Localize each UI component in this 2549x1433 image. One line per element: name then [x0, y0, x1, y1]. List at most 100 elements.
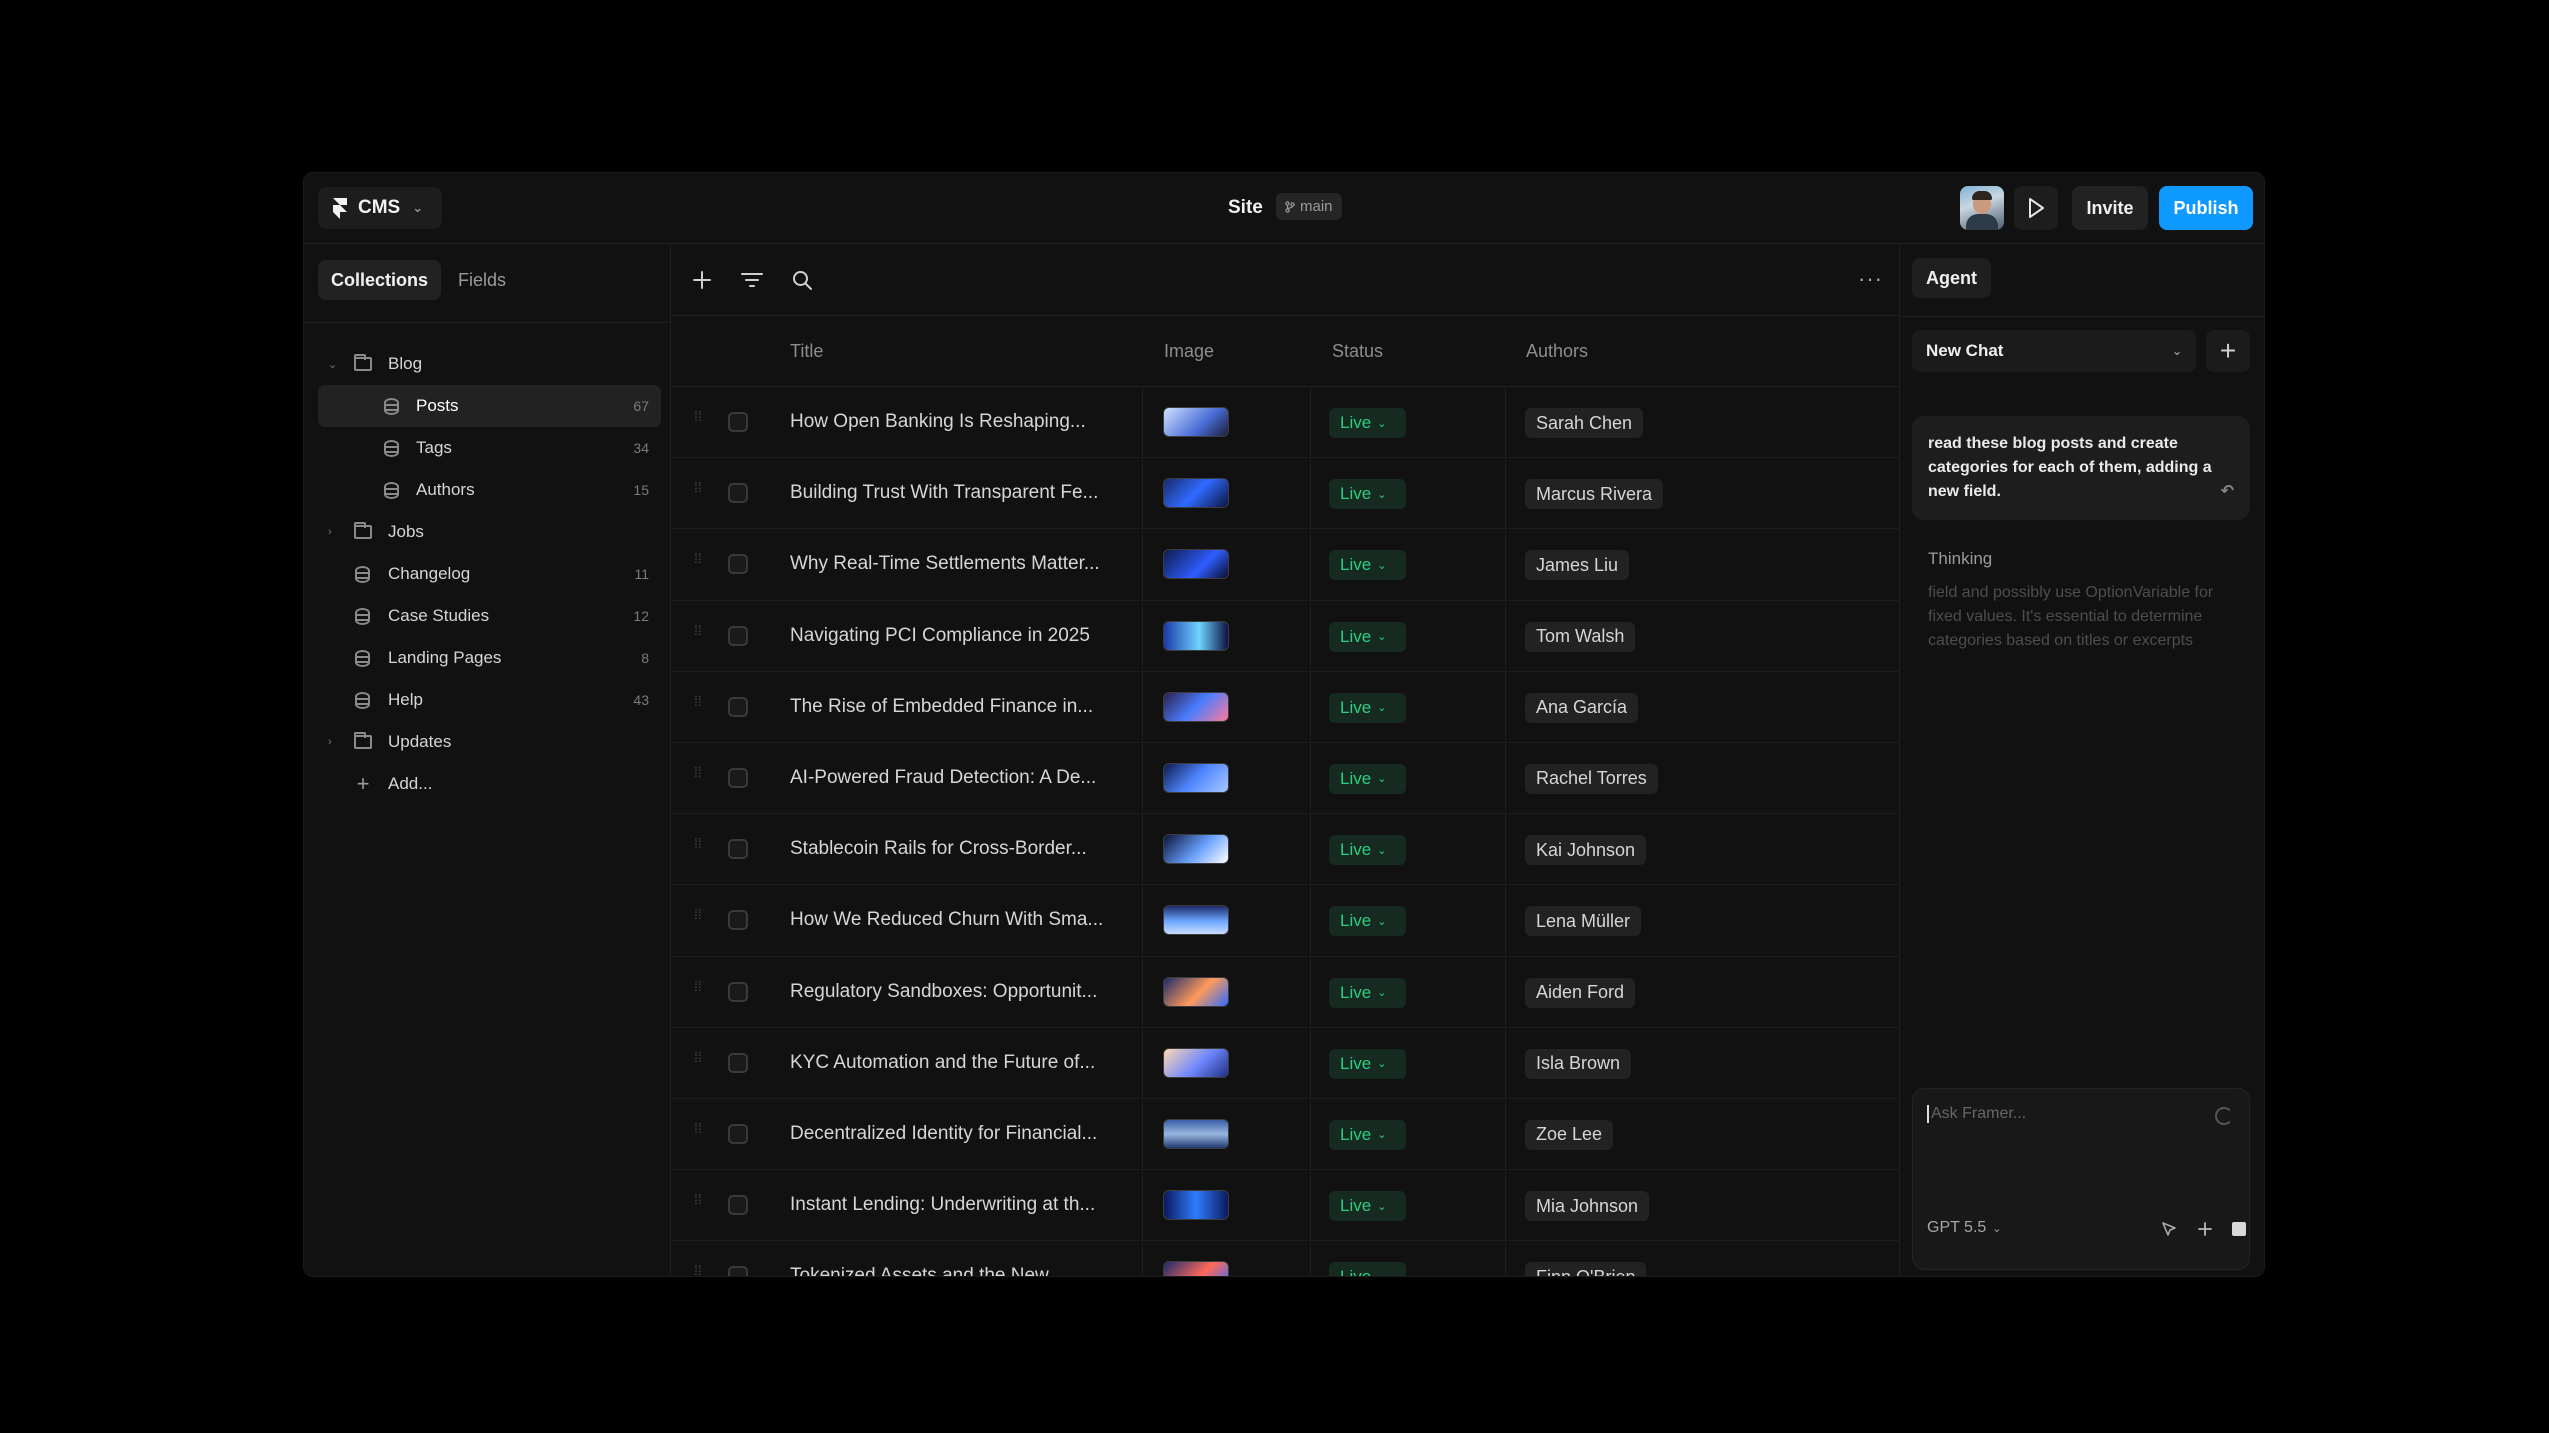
row-title[interactable]: AI-Powered Fraud Detection: A De...: [790, 767, 1096, 789]
row-checkbox[interactable]: [728, 412, 748, 432]
row-image-thumbnail[interactable]: [1163, 1190, 1229, 1221]
attach-button[interactable]: [2193, 1217, 2217, 1241]
drag-handle-icon[interactable]: ⁞⁞: [694, 551, 704, 571]
drag-handle-icon[interactable]: ⁞⁞: [694, 694, 704, 714]
row-title[interactable]: Stablecoin Rails for Cross-Border...: [790, 838, 1087, 860]
new-chat-button[interactable]: +: [2206, 330, 2250, 372]
row-checkbox[interactable]: [728, 1052, 748, 1073]
drag-handle-icon[interactable]: ⁞⁞: [694, 1050, 704, 1070]
author-tag[interactable]: Kai Johnson: [1525, 835, 1647, 866]
row-checkbox[interactable]: [728, 625, 748, 646]
author-tag[interactable]: Isla Brown: [1525, 1048, 1632, 1079]
author-tag[interactable]: Lena Müller: [1525, 906, 1642, 937]
column-header-authors[interactable]: Authors: [1526, 341, 1588, 362]
tab-fields[interactable]: Fields: [445, 260, 519, 300]
row-image-thumbnail[interactable]: [1163, 1118, 1229, 1149]
row-image-thumbnail[interactable]: [1163, 407, 1229, 437]
tab-agent[interactable]: Agent: [1912, 258, 1991, 298]
cms-menu-button[interactable]: CMS ⌄: [318, 187, 442, 229]
status-dropdown[interactable]: Live ⌄: [1329, 621, 1406, 652]
column-header-image[interactable]: Image: [1164, 341, 1214, 362]
status-dropdown[interactable]: Live ⌄: [1329, 906, 1406, 937]
row-checkbox[interactable]: [728, 839, 748, 860]
table-row[interactable]: ⁞⁞ Navigating PCI Compliance in 2025 Live ⌄…: [672, 601, 1899, 672]
author-tag[interactable]: Zoe Lee: [1525, 1119, 1614, 1150]
author-tag[interactable]: Finn O'Brien: [1525, 1262, 1647, 1276]
filter-button[interactable]: [738, 266, 766, 294]
add-collection-button[interactable]: + Add...: [318, 763, 661, 805]
row-image-thumbnail[interactable]: [1163, 549, 1229, 580]
table-row[interactable]: ⁞⁞ How We Reduced Churn With Sma... Live ⌄ L…: [672, 885, 1899, 957]
row-image-thumbnail[interactable]: [1163, 691, 1229, 722]
sidebar-item-blog[interactable]: ⌄ Blog: [318, 343, 661, 385]
table-row[interactable]: ⁞⁞ Decentralized Identity for Financial..…: [672, 1099, 1899, 1171]
table-row[interactable]: ⁞⁞ AI-Powered Fraud Detection: A De... Liv…: [672, 743, 1899, 815]
status-dropdown[interactable]: Live ⌄: [1329, 1191, 1406, 1222]
status-dropdown[interactable]: Live ⌄: [1329, 977, 1406, 1008]
row-checkbox[interactable]: [728, 767, 748, 788]
status-dropdown[interactable]: Live ⌄: [1329, 763, 1406, 794]
undo-icon[interactable]: ↶: [2221, 480, 2234, 504]
drag-handle-icon[interactable]: ⁞⁞: [694, 1263, 704, 1276]
row-checkbox[interactable]: [728, 483, 748, 504]
table-row[interactable]: ⁞⁞ Why Real-Time Settlements Matter... Liv…: [672, 529, 1899, 601]
row-title[interactable]: Building Trust With Transparent Fe...: [790, 482, 1098, 504]
table-row[interactable]: ⁞⁞ Instant Lending: Underwriting at th...…: [672, 1170, 1899, 1242]
author-tag[interactable]: Sarah Chen: [1525, 408, 1644, 438]
sidebar-item-jobs[interactable]: › Jobs: [318, 511, 661, 553]
sidebar-item-updates[interactable]: › Updates: [318, 721, 661, 763]
status-dropdown[interactable]: Live ⌄: [1329, 835, 1406, 866]
status-dropdown[interactable]: Live ⌄: [1329, 1119, 1406, 1150]
chevron-right-icon[interactable]: ›: [328, 736, 332, 748]
preview-button[interactable]: [2014, 186, 2058, 230]
row-checkbox[interactable]: [728, 1195, 748, 1216]
status-dropdown[interactable]: Live ⌄: [1329, 550, 1406, 581]
drag-handle-icon[interactable]: ⁞⁞: [694, 1192, 704, 1212]
row-checkbox[interactable]: [728, 981, 748, 1002]
author-tag[interactable]: James Liu: [1525, 550, 1630, 581]
search-button[interactable]: [788, 266, 816, 294]
status-dropdown[interactable]: Live ⌄: [1329, 408, 1406, 438]
cursor-tool-button[interactable]: [2157, 1217, 2181, 1241]
publish-button[interactable]: Publish: [2159, 186, 2253, 230]
table-row[interactable]: ⁞⁞ KYC Automation and the Future of... Liv…: [672, 1028, 1899, 1099]
row-title[interactable]: Tokenized Assets and the New...: [790, 1265, 1064, 1276]
model-selector[interactable]: GPT 5.5 ⌄: [1927, 1219, 2002, 1237]
stop-button[interactable]: [2227, 1217, 2251, 1241]
author-tag[interactable]: Tom Walsh: [1525, 621, 1636, 652]
drag-handle-icon[interactable]: ⁞⁞: [694, 979, 704, 999]
sidebar-item-authors[interactable]: Authors 15: [318, 469, 661, 511]
user-avatar[interactable]: [1960, 186, 2004, 230]
column-header-status[interactable]: Status: [1332, 341, 1383, 362]
row-checkbox[interactable]: [728, 910, 748, 931]
chevron-down-icon[interactable]: ⌄: [328, 358, 337, 371]
row-checkbox[interactable]: [728, 696, 748, 717]
table-row[interactable]: ⁞⁞ Stablecoin Rails for Cross-Border... Li…: [672, 814, 1899, 886]
author-tag[interactable]: Marcus Rivera: [1525, 479, 1664, 510]
row-image-thumbnail[interactable]: [1163, 976, 1229, 1007]
row-title[interactable]: The Rise of Embedded Finance in...: [790, 696, 1093, 718]
author-tag[interactable]: Aiden Ford: [1525, 977, 1636, 1008]
chevron-right-icon[interactable]: ›: [328, 526, 332, 538]
status-dropdown[interactable]: Live ⌄: [1329, 692, 1406, 723]
status-dropdown[interactable]: Live ⌄: [1329, 479, 1406, 510]
sidebar-item-help[interactable]: Help 43: [318, 679, 661, 721]
sidebar-item-landing-pages[interactable]: Landing Pages 8: [318, 637, 661, 679]
chat-selector[interactable]: New Chat ⌄: [1912, 330, 2196, 372]
drag-handle-icon[interactable]: ⁞⁞: [694, 480, 704, 500]
row-title[interactable]: Navigating PCI Compliance in 2025: [790, 625, 1090, 647]
ask-framer-input[interactable]: [1927, 1105, 2187, 1123]
status-dropdown[interactable]: Live ⌄: [1329, 1262, 1406, 1276]
sidebar-item-changelog[interactable]: Changelog 11: [318, 553, 661, 595]
branch-badge[interactable]: main: [1276, 193, 1342, 220]
row-image-thumbnail[interactable]: [1163, 905, 1229, 936]
table-row[interactable]: ⁞⁞ The Rise of Embedded Finance in... Live…: [672, 672, 1899, 743]
row-title[interactable]: Decentralized Identity for Financial...: [790, 1123, 1097, 1145]
row-title[interactable]: KYC Automation and the Future of...: [790, 1052, 1095, 1074]
row-image-thumbnail[interactable]: [1163, 478, 1229, 509]
row-title[interactable]: Regulatory Sandboxes: Opportunit...: [790, 981, 1097, 1003]
row-checkbox[interactable]: [728, 1123, 748, 1144]
sidebar-item-case-studies[interactable]: Case Studies 12: [318, 595, 661, 637]
tab-collections[interactable]: Collections: [318, 260, 442, 300]
drag-handle-icon[interactable]: ⁞⁞: [694, 836, 704, 856]
